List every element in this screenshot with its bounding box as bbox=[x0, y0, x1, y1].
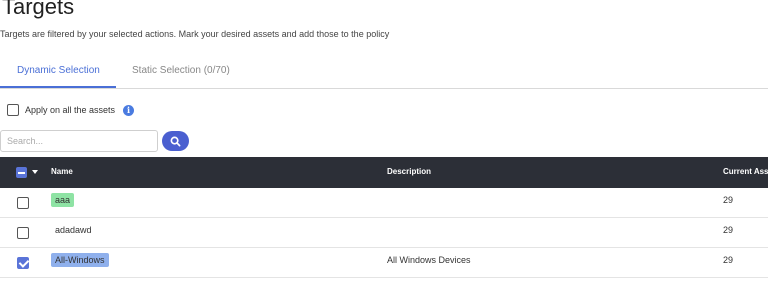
caret-down-icon[interactable] bbox=[32, 170, 38, 174]
row-name-tag: adadawd bbox=[55, 225, 92, 235]
table-row[interactable]: All-Windows All Windows Devices 29 bbox=[0, 248, 768, 278]
row-description: All Windows Devices bbox=[387, 255, 471, 265]
active-tab-indicator bbox=[0, 86, 116, 88]
tab-static-selection[interactable]: Static Selection (0/70) bbox=[132, 65, 230, 76]
row-current-assets: 29 bbox=[723, 225, 734, 235]
column-header-name[interactable]: Name bbox=[51, 167, 73, 176]
select-all-checkbox[interactable] bbox=[16, 167, 27, 178]
info-icon[interactable]: i bbox=[123, 104, 135, 116]
apply-all-row: Apply on all the assets i bbox=[7, 104, 135, 116]
row-checkbox[interactable] bbox=[17, 197, 29, 209]
page-subtitle: Targets are filtered by your selected ac… bbox=[0, 29, 390, 39]
search-input[interactable] bbox=[0, 130, 158, 152]
search-button[interactable] bbox=[162, 131, 189, 151]
search-icon bbox=[170, 136, 181, 146]
row-checkbox[interactable] bbox=[17, 227, 29, 239]
column-header-description[interactable]: Description bbox=[387, 167, 431, 176]
row-name-tag: aaa bbox=[51, 193, 75, 207]
selection-tabs: Dynamic Selection Static Selection (0/70… bbox=[0, 55, 768, 89]
table-row[interactable]: adadawd 29 bbox=[0, 218, 768, 248]
tab-dynamic-selection[interactable]: Dynamic Selection bbox=[17, 65, 100, 76]
apply-all-checkbox[interactable] bbox=[7, 104, 19, 116]
row-current-assets: 29 bbox=[723, 195, 734, 205]
row-name-tag: All-Windows bbox=[51, 253, 109, 267]
row-current-assets: 29 bbox=[723, 255, 734, 265]
page-title: Targets bbox=[2, 0, 75, 19]
table-row[interactable]: aaa 29 bbox=[0, 188, 768, 218]
row-checkbox[interactable] bbox=[17, 257, 29, 269]
column-header-current-assets[interactable]: Current Assets bbox=[723, 167, 768, 176]
table-header: Name Description Current Assets bbox=[0, 157, 768, 188]
apply-all-label: Apply on all the assets bbox=[25, 105, 116, 115]
